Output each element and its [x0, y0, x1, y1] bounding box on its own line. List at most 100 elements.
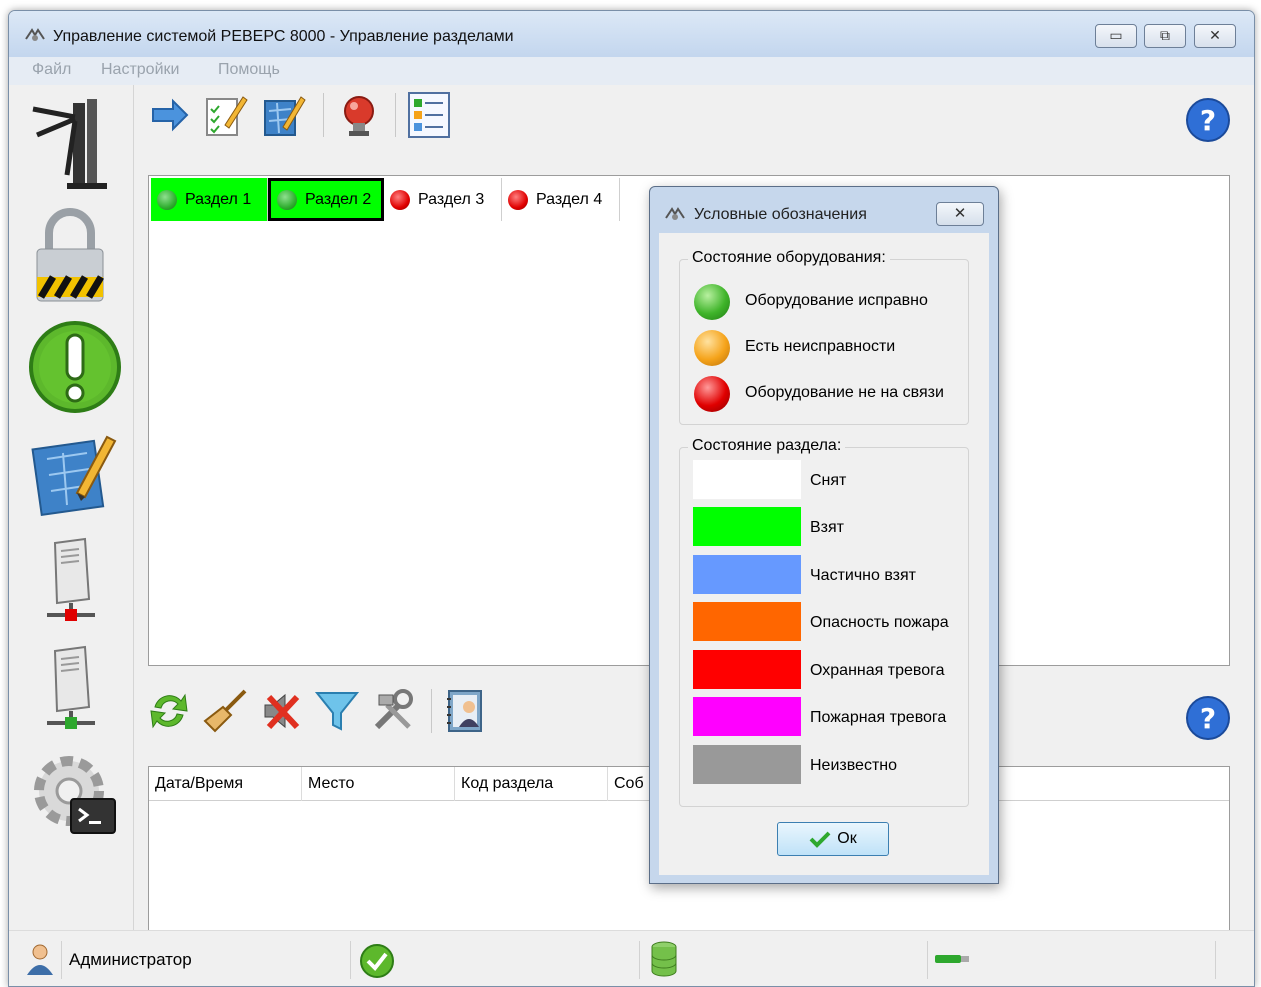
legend-item: Оборудование исправно	[680, 280, 968, 326]
equipment-state-group: Состояние оборудования: Оборудование исп…	[679, 249, 969, 425]
section-label: Раздел 1	[185, 190, 252, 208]
section-tab-3[interactable]: Раздел 3	[384, 178, 502, 221]
arrow-right-icon[interactable]	[145, 91, 193, 139]
filter-icon[interactable]	[313, 687, 361, 735]
color-swatch	[693, 697, 801, 736]
sidebar	[9, 85, 134, 930]
user-icon	[27, 944, 53, 975]
status-dot	[277, 189, 297, 210]
siren-icon[interactable]	[335, 91, 383, 139]
toolbar-separator	[395, 93, 396, 137]
column-header-datetime[interactable]: Дата/Время	[149, 767, 302, 801]
close-icon: ✕	[953, 205, 967, 222]
section-tab-1[interactable]: Раздел 1	[151, 178, 268, 221]
menu-file[interactable]: Файл	[32, 61, 71, 79]
section-state-group: Состояние раздела: Снят Взят Частично вз…	[679, 437, 969, 807]
swatch-label: Опасность пожара	[810, 614, 949, 631]
status-separator	[639, 941, 640, 979]
status-separator	[350, 941, 351, 979]
status-dot-orange	[694, 330, 730, 366]
settings-console-icon[interactable]	[27, 749, 123, 845]
svg-text:?: ?	[1200, 702, 1216, 735]
swatch-label: Охранная тревога	[810, 662, 945, 679]
client-area: ? Раздел 1 Раздел 2 Раздел 3 Раздел 4 ? …	[9, 85, 1254, 986]
minimize-button[interactable]: ▭	[1095, 24, 1137, 48]
help-icon: ?	[1186, 98, 1230, 142]
legend-label: Оборудование не на связи	[745, 384, 944, 401]
section-label: Раздел 3	[418, 190, 485, 208]
menu-bar: Файл Настройки Помощь	[9, 57, 1254, 85]
swatch-label: Пожарная тревога	[810, 709, 947, 726]
tools-icon[interactable]	[369, 687, 417, 735]
section-tab-4[interactable]: Раздел 4	[502, 178, 620, 221]
minimize-icon: ▭	[1109, 27, 1123, 43]
color-swatch	[693, 555, 801, 594]
toolbar-separator	[431, 689, 432, 733]
status-dot	[390, 189, 410, 210]
main-window: Управление системой РЕВЕРС 8000 - Управл…	[8, 10, 1255, 987]
menu-help[interactable]: Помощь	[218, 61, 280, 79]
checkmark-icon	[809, 831, 831, 848]
swatch-label: Неизвестно	[810, 757, 898, 774]
ok-button[interactable]: Ок	[777, 822, 889, 856]
status-separator	[61, 941, 62, 979]
color-swatch	[693, 507, 801, 546]
close-icon: ✕	[1209, 27, 1221, 43]
help-icon: ?	[1186, 696, 1230, 740]
refresh-icon[interactable]	[145, 687, 193, 735]
current-user: Администратор	[69, 950, 192, 969]
svg-text:?: ?	[1200, 104, 1216, 137]
section-tab-2[interactable]: Раздел 2	[268, 178, 384, 221]
column-header-section-code[interactable]: Код раздела	[455, 767, 608, 801]
contacts-icon[interactable]	[441, 687, 489, 735]
status-separator	[927, 941, 928, 979]
dialog-body: Состояние оборудования: Оборудование исп…	[659, 233, 989, 875]
legend-item: Есть неисправности	[680, 326, 968, 372]
status-dot-green	[694, 284, 730, 320]
usb-key-icon	[935, 955, 969, 963]
turnstile-icon[interactable]	[27, 95, 113, 191]
app-icon	[25, 28, 45, 41]
checklist-edit-icon[interactable]	[201, 91, 249, 139]
padlock-icon[interactable]	[27, 203, 113, 303]
server-red-icon[interactable]	[27, 537, 113, 627]
color-swatch	[693, 745, 801, 784]
plan-edit-icon[interactable]	[27, 429, 117, 519]
status-separator	[1215, 941, 1216, 979]
broom-icon[interactable]	[201, 687, 249, 735]
plan-edit-icon[interactable]	[259, 91, 307, 139]
ok-label: Ок	[837, 830, 857, 847]
section-label: Раздел 4	[536, 190, 603, 208]
alert-icon[interactable]	[27, 319, 123, 415]
check-ok-icon	[360, 944, 394, 978]
swatch-label: Снят	[810, 472, 847, 489]
legend-list-icon[interactable]	[405, 91, 453, 139]
swatch-label: Частично взят	[810, 567, 916, 584]
server-green-icon[interactable]	[27, 645, 113, 735]
column-header-place[interactable]: Место	[302, 767, 455, 801]
color-swatch	[693, 460, 801, 499]
legend-item: Оборудование не на связи	[680, 372, 968, 418]
close-button[interactable]: ✕	[1194, 24, 1236, 48]
group-title: Состояние оборудования:	[688, 249, 890, 267]
color-swatch	[693, 650, 801, 689]
status-dot	[508, 189, 528, 210]
dialog-close-button[interactable]: ✕	[936, 202, 984, 226]
section-label: Раздел 2	[305, 190, 372, 208]
legend-dialog: Условные обозначения ✕ Состояние оборудо…	[649, 186, 999, 884]
help-button[interactable]: ?	[1185, 97, 1231, 143]
dialog-title: Условные обозначения	[694, 206, 867, 223]
window-title: Управление системой РЕВЕРС 8000 - Управл…	[53, 28, 514, 45]
status-dot-red	[694, 376, 730, 412]
maximize-icon: ⧉	[1160, 27, 1170, 43]
events-help-button[interactable]: ?	[1185, 695, 1231, 741]
color-swatch	[693, 602, 801, 641]
menu-settings[interactable]: Настройки	[101, 61, 179, 79]
group-title: Состояние раздела:	[688, 437, 846, 455]
legend-label: Оборудование исправно	[745, 292, 928, 309]
status-bar: Администратор	[9, 930, 1254, 986]
status-dot	[157, 189, 177, 210]
maximize-button[interactable]: ⧉	[1144, 24, 1186, 48]
mute-icon[interactable]	[257, 687, 305, 735]
app-icon	[665, 207, 685, 220]
